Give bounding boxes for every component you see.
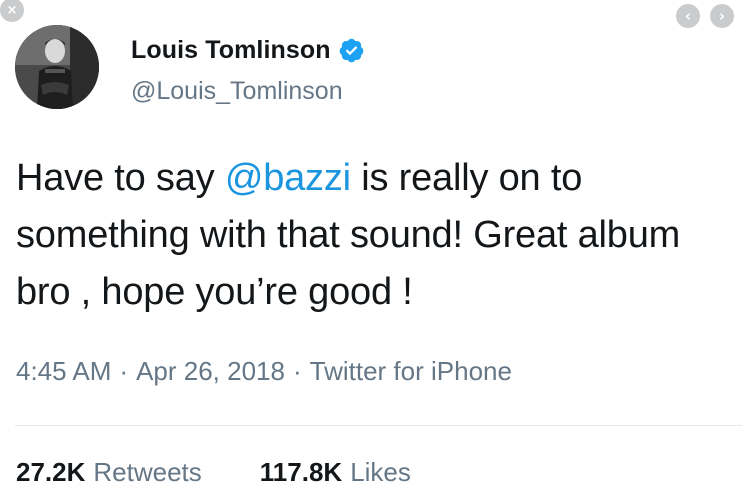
tweet-text: Have to say @bazzi is really on to somet…: [16, 150, 716, 321]
retweets-stat[interactable]: 27.2K Retweets: [16, 457, 202, 488]
verified-badge-icon: [339, 38, 363, 63]
tweet-time[interactable]: 4:45 AM: [16, 356, 111, 386]
retweets-label: Retweets: [93, 457, 202, 487]
tweet-date[interactable]: Apr 26, 2018: [136, 356, 285, 386]
tweet-stats: 27.2K Retweets 117.8K Likes: [16, 457, 411, 488]
meta-separator: ·: [292, 356, 302, 386]
tweet-source[interactable]: Twitter for iPhone: [310, 356, 512, 386]
author-handle[interactable]: @Louis_Tomlinson: [131, 77, 343, 106]
close-icon[interactable]: ×: [0, 0, 24, 22]
retweets-count: 27.2K: [16, 457, 86, 487]
tweet-meta: 4:45 AM · Apr 26, 2018 · Twitter for iPhone: [16, 356, 512, 387]
likes-count: 117.8K: [259, 457, 343, 487]
likes-stat[interactable]: 117.8K Likes: [260, 457, 411, 488]
avatar[interactable]: [15, 25, 99, 109]
next-icon[interactable]: ›: [710, 4, 734, 28]
meta-separator: ·: [119, 356, 129, 386]
display-name[interactable]: Louis Tomlinson: [131, 36, 331, 65]
mention-link[interactable]: @bazzi: [225, 157, 351, 199]
profile-photo-icon: [15, 25, 99, 109]
divider: [15, 425, 742, 426]
author-name-row[interactable]: Louis Tomlinson: [131, 36, 365, 65]
tweet-text-before: Have to say: [16, 157, 225, 199]
previous-icon[interactable]: ‹: [676, 4, 700, 28]
likes-label: Likes: [350, 457, 411, 487]
